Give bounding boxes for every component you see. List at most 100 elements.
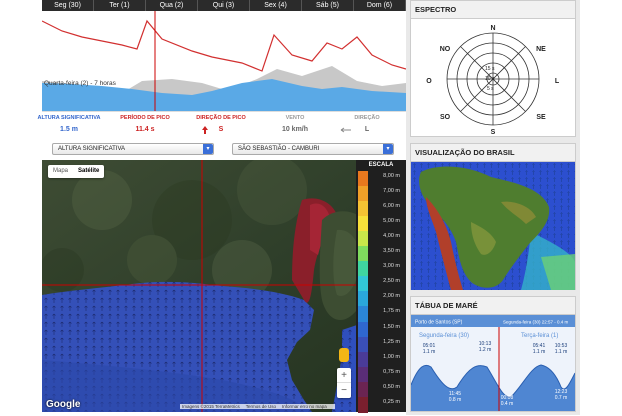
wave-param-label: VENTO bbox=[285, 115, 305, 121]
scale-legend: ESCALA 8,00 m 7,00 m 6,00 m 5,00 m 4,00 m 3,5… bbox=[356, 160, 406, 413]
google-logo: Google bbox=[46, 399, 81, 410]
brazil-panel: VISUALIZAÇÃO DO BRASIL bbox=[410, 143, 576, 290]
wave-param-label: PERÍODO DE PICO bbox=[120, 115, 170, 121]
day-tab[interactable]: Dom (6) bbox=[354, 0, 406, 11]
location-select-value: SÃO SEBASTIÃO - CAMBURI bbox=[238, 146, 320, 152]
zoom-out-button[interactable]: − bbox=[337, 383, 351, 398]
wave-param-value: S bbox=[218, 126, 224, 133]
direction-arrow-icon bbox=[202, 126, 208, 134]
legend-swatch bbox=[358, 291, 368, 308]
map-controls: ALTURA SIGNIFICATIVA ▾ SÃO SEBASTIÃO - C… bbox=[42, 140, 406, 158]
legend-row: 0,50 m bbox=[356, 381, 406, 398]
variable-select[interactable]: ALTURA SIGNIFICATIVA ▾ bbox=[52, 143, 214, 155]
legend-label: 5,00 m bbox=[383, 218, 400, 225]
legend-row: 1,25 m bbox=[356, 336, 406, 353]
wave-param-label: ALTURA SIGNIFICATIVA bbox=[37, 115, 101, 121]
legend-label: 1,75 m bbox=[383, 308, 400, 315]
tide-high-height: 1.2 m bbox=[479, 347, 492, 353]
period-ring-label: 15 s bbox=[485, 66, 495, 72]
zoom-in-button[interactable]: + bbox=[337, 368, 351, 383]
legend-row: 7,00 m bbox=[356, 186, 406, 202]
legend-swatch bbox=[358, 396, 368, 413]
legend-swatch bbox=[358, 336, 368, 353]
legend-row: 1,00 m bbox=[356, 351, 406, 368]
legend-row: 8,00 m bbox=[356, 171, 406, 187]
tide-high-height: 1.1 m bbox=[533, 349, 546, 355]
legend-swatch bbox=[358, 246, 368, 263]
compass-label: O bbox=[426, 78, 432, 85]
map-attribution: Imagens ©2015 TerraMetrics Termos de Uso I… bbox=[180, 404, 335, 409]
tide-title: TÁBUA DE MARÉ bbox=[411, 297, 575, 315]
wave-param-value: 1.5 m bbox=[60, 126, 78, 133]
legend-swatch bbox=[358, 261, 368, 278]
tide-high-height: 1.1 m bbox=[423, 349, 436, 355]
attribution-link[interactable]: Informar erro no mapa bbox=[282, 404, 327, 409]
tide-low-height: 0.8 m bbox=[449, 397, 462, 403]
pegman-icon[interactable] bbox=[339, 348, 349, 362]
map-type-tabs: Mapa Satélite bbox=[48, 165, 105, 178]
legend-swatch bbox=[358, 231, 368, 247]
day-selector-bar: Seg (30) Ter (1) Qua (2) Qui (3) Sex (4) Sáb … bbox=[42, 0, 406, 11]
legend-label: 2,00 m bbox=[383, 293, 400, 300]
compass-label: SE bbox=[536, 114, 546, 121]
wave-param-value: 10 km/h bbox=[281, 126, 309, 133]
map-tab-satellite[interactable]: Satélite bbox=[73, 165, 104, 178]
wave-forecast-chart[interactable]: Quarta-feira (2) - 7 horas bbox=[42, 11, 406, 111]
map-view[interactable] bbox=[42, 160, 406, 412]
wave-params-row: ALTURA SIGNIFICATIVA PERÍODO DE PICO DIREÇ… bbox=[37, 111, 406, 137]
period-ring-label: 5 s bbox=[487, 86, 494, 92]
tide-day-right: Terça-feira (1) bbox=[521, 333, 558, 339]
legend-row: 0,25 m bbox=[356, 396, 406, 413]
legend-label: 8,00 m bbox=[383, 173, 400, 179]
day-tab[interactable]: Seg (30) bbox=[42, 0, 94, 11]
tide-low-height: 0.4 m bbox=[501, 401, 514, 407]
day-tab[interactable]: Sex (4) bbox=[250, 0, 302, 11]
map-tab-map[interactable]: Mapa bbox=[48, 165, 73, 178]
imagery-credit: Imagens ©2015 TerraMetrics bbox=[182, 404, 240, 409]
spectrum-title: ESPECTRO bbox=[411, 1, 575, 19]
brazil-map[interactable] bbox=[411, 162, 575, 290]
compass-label: NE bbox=[536, 46, 546, 53]
wind-direction-arrow-icon bbox=[340, 127, 351, 133]
day-tab[interactable]: Qua (2) bbox=[146, 0, 198, 11]
legend-label: 1,00 m bbox=[383, 353, 400, 360]
legend-label: 3,50 m bbox=[383, 248, 400, 255]
wave-param-label: DIREÇÃO DE PICO bbox=[196, 115, 246, 121]
legend-swatch bbox=[358, 366, 368, 383]
tide-station: Porto de Santos (SP) bbox=[415, 320, 463, 326]
compass-label: SO bbox=[440, 114, 451, 121]
tide-chart[interactable]: Porto de Santos (SP) Segunda-feira (30) … bbox=[410, 315, 576, 411]
wave-param-value: 11.4 s bbox=[135, 126, 155, 133]
spectrum-panel: ESPECTRO N NE L SE S SO O NO 15 s 10 s 5 s bbox=[410, 0, 576, 137]
legend-label: 1,50 m bbox=[383, 323, 400, 330]
period-ring-label: 10 s bbox=[485, 76, 495, 82]
legend-row: 3,00 m bbox=[356, 261, 406, 278]
attribution-link[interactable]: Termos de Uso bbox=[246, 404, 276, 409]
legend-row: 2,00 m bbox=[356, 291, 406, 308]
brazil-title: VISUALIZAÇÃO DO BRASIL bbox=[411, 144, 575, 162]
legend-swatch bbox=[358, 276, 368, 293]
legend-label: 4,00 m bbox=[383, 233, 400, 240]
day-tab[interactable]: Qui (3) bbox=[198, 0, 250, 11]
legend-row: 1,50 m bbox=[356, 321, 406, 338]
satellite-map[interactable] bbox=[42, 160, 406, 412]
zoom-control: + − bbox=[337, 368, 351, 398]
wave-param-label: DIREÇÃO bbox=[354, 115, 380, 121]
day-tab[interactable]: Sáb (5) bbox=[302, 0, 354, 11]
compass-label: L bbox=[555, 78, 560, 85]
legend-swatch bbox=[358, 201, 368, 217]
legend-swatch bbox=[358, 186, 368, 202]
location-select[interactable]: SÃO SEBASTIÃO - CAMBURI ▾ bbox=[232, 143, 394, 155]
legend-swatch bbox=[358, 351, 368, 368]
legend-row: 0,75 m bbox=[356, 366, 406, 383]
compass-label: N bbox=[490, 25, 495, 32]
legend-swatch bbox=[358, 321, 368, 338]
variable-select-value: ALTURA SIGNIFICATIVA bbox=[58, 146, 126, 152]
compass-label: NO bbox=[440, 46, 451, 53]
legend-row: 6,00 m bbox=[356, 201, 406, 217]
tide-high-height: 1.1 m bbox=[555, 349, 568, 355]
chevron-down-icon: ▾ bbox=[203, 144, 213, 154]
legend-row: 2,50 m bbox=[356, 276, 406, 293]
legend-label: 1,25 m bbox=[383, 338, 400, 345]
day-tab[interactable]: Ter (1) bbox=[94, 0, 146, 11]
